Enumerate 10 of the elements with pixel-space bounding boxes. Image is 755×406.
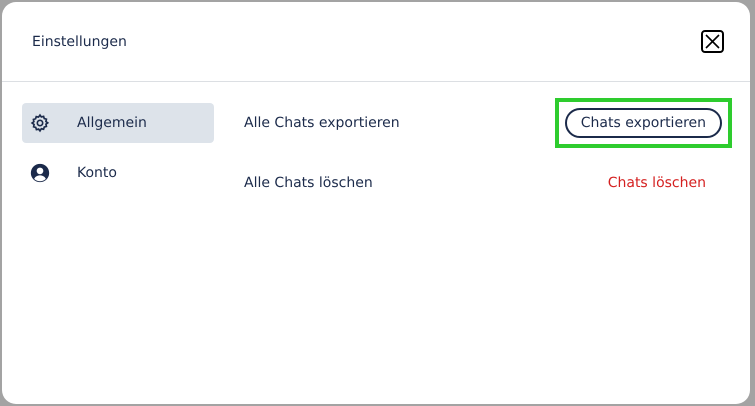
user-icon xyxy=(30,163,50,183)
sidebar-item[interactable]: Allgemein xyxy=(22,103,214,143)
sidebar-item[interactable]: Konto xyxy=(22,153,214,193)
close-icon xyxy=(705,34,720,49)
export-button[interactable]: Chats exportieren xyxy=(564,108,722,138)
dialog-title: Einstellungen xyxy=(32,34,127,50)
setting-label: Alle Chats exportieren xyxy=(244,115,400,131)
close-button[interactable] xyxy=(701,30,724,53)
settings-icon xyxy=(30,113,50,133)
setting-label: Alle Chats löschen xyxy=(244,175,373,191)
